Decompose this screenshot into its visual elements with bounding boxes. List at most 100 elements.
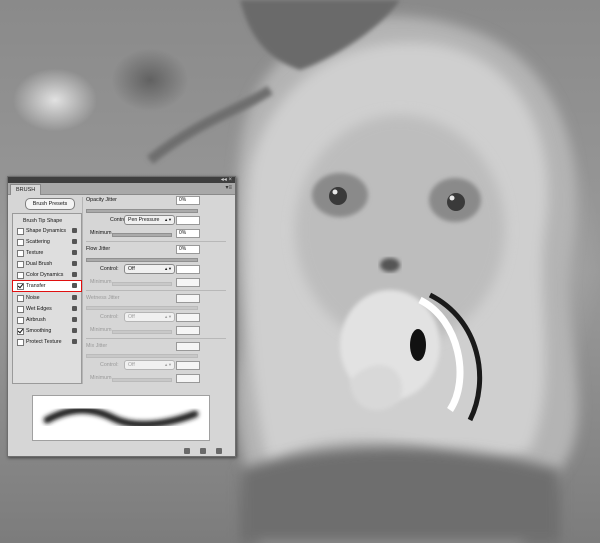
chevron-down-icon: ▲▼: [164, 362, 172, 367]
mix-control-select[interactable]: Off ▲▼: [124, 360, 175, 370]
lock-icon[interactable]: [72, 328, 77, 333]
list-item-texture[interactable]: Texture: [13, 248, 81, 258]
list-item-label: Smoothing: [26, 328, 52, 334]
lock-icon[interactable]: [72, 317, 77, 322]
list-item-protect-texture[interactable]: Protect Texture: [13, 337, 81, 347]
lock-icon[interactable]: [72, 272, 77, 277]
lock-icon[interactable]: [72, 261, 77, 266]
wetness-jitter-slider[interactable]: [86, 306, 198, 310]
mix-minimum-slider[interactable]: [112, 378, 172, 382]
brush-panel: ◂◂ × BRUSH ▾≡ Brush Presets Brush Tip Sh…: [7, 176, 236, 457]
checkbox[interactable]: [17, 328, 24, 335]
flow-control-label: Control:: [100, 266, 119, 272]
list-item-label: Wet Edges: [26, 306, 52, 312]
wetness-control-field[interactable]: [176, 313, 200, 322]
list-item-label: Scattering: [26, 239, 50, 245]
list-item-transfer[interactable]: Transfer: [12, 280, 82, 292]
opacity-jitter-label: Opacity Jitter: [86, 197, 117, 203]
lock-icon[interactable]: [72, 295, 77, 300]
panel-footer: [8, 446, 235, 456]
checkbox[interactable]: [17, 317, 24, 324]
list-item-airbrush[interactable]: Airbrush: [13, 315, 81, 325]
list-item-label: Protect Texture: [26, 339, 62, 345]
select-value: Off: [128, 266, 135, 272]
brush-settings-list: Brush Tip Shape Shape Dynamics Scatterin…: [12, 213, 82, 384]
checkbox[interactable]: [17, 228, 24, 235]
brush-presets-button[interactable]: Brush Presets: [25, 198, 75, 210]
wetness-jitter-label: Wetness Jitter: [86, 295, 120, 301]
wetness-control-select[interactable]: Off ▲▼: [124, 312, 175, 322]
checkbox[interactable]: [17, 339, 24, 346]
panel-tab-row: BRUSH ▾≡: [8, 183, 235, 195]
flow-control-field[interactable]: [176, 265, 200, 274]
lock-icon[interactable]: [72, 339, 77, 344]
mix-jitter-field[interactable]: [176, 342, 200, 351]
lock-icon[interactable]: [72, 239, 77, 244]
flow-minimum-label: Minimum: [90, 279, 112, 285]
checkbox[interactable]: [17, 295, 24, 302]
opacity-jitter-slider[interactable]: [86, 209, 198, 213]
list-item-color-dynamics[interactable]: Color Dynamics: [13, 270, 81, 280]
section-separator: [86, 241, 226, 242]
select-value: Off: [128, 314, 135, 320]
new-brush-icon[interactable]: [200, 448, 206, 454]
list-item-brush-tip-shape[interactable]: Brush Tip Shape: [13, 216, 81, 226]
toggle-preview-icon[interactable]: [184, 448, 190, 454]
checkbox[interactable]: [17, 239, 24, 246]
opacity-minimum-slider[interactable]: [112, 233, 172, 237]
list-item-label: Noise: [26, 295, 40, 301]
flow-minimum-slider[interactable]: [112, 282, 172, 286]
wetness-minimum-label: Minimum: [90, 327, 112, 333]
mix-control-label: Control:: [100, 362, 119, 368]
mix-minimum-field[interactable]: [176, 374, 200, 383]
wetness-jitter-field[interactable]: [176, 294, 200, 303]
list-item-label: Transfer: [26, 283, 46, 289]
checkbox[interactable]: [17, 250, 24, 257]
chevron-down-icon: ▲▼: [164, 217, 172, 222]
flow-minimum-field[interactable]: [176, 278, 200, 287]
checkbox[interactable]: [17, 272, 24, 279]
opacity-control-field[interactable]: [176, 216, 200, 225]
list-item-scattering[interactable]: Scattering: [13, 237, 81, 247]
brush-stroke-preview: [32, 395, 210, 441]
opacity-control-select[interactable]: Pen Pressure ▲▼: [124, 215, 175, 225]
list-item-smoothing[interactable]: Smoothing: [13, 326, 81, 336]
list-item-label: Airbrush: [26, 317, 46, 323]
lock-icon[interactable]: [72, 228, 77, 233]
flow-jitter-slider[interactable]: [86, 258, 198, 262]
wetness-minimum-slider[interactable]: [112, 330, 172, 334]
checkbox[interactable]: [17, 261, 24, 268]
opacity-minimum-field[interactable]: 0%: [176, 229, 200, 238]
chevron-down-icon: ▲▼: [164, 314, 172, 319]
list-item-label: Shape Dynamics: [26, 228, 67, 234]
checkbox[interactable]: [17, 283, 24, 290]
stroke-preview-graphic: [43, 406, 199, 428]
mix-control-field[interactable]: [176, 361, 200, 370]
list-item-shape-dynamics[interactable]: Shape Dynamics: [13, 226, 81, 236]
list-item-wet-edges[interactable]: Wet Edges: [13, 304, 81, 314]
mix-minimum-label: Minimum: [90, 375, 112, 381]
opacity-jitter-field[interactable]: 0%: [176, 196, 200, 205]
panel-menu-icon[interactable]: ▾≡: [225, 184, 232, 193]
flow-jitter-field[interactable]: 0%: [176, 245, 200, 254]
transfer-settings: Opacity Jitter 0% Control: Pen Pressure ▲…: [82, 196, 232, 384]
tab-brush[interactable]: BRUSH: [10, 184, 42, 195]
opacity-minimum-label: Minimum: [90, 230, 112, 236]
lock-icon[interactable]: [72, 306, 77, 311]
section-separator: [86, 338, 226, 339]
select-value: Off: [128, 362, 135, 368]
list-item-dual-brush[interactable]: Dual Brush: [13, 259, 81, 269]
delete-icon[interactable]: [216, 448, 222, 454]
lock-icon[interactable]: [72, 283, 77, 288]
mix-jitter-slider[interactable]: [86, 354, 198, 358]
flow-jitter-label: Flow Jitter: [86, 246, 111, 252]
list-item-label: Dual Brush: [26, 261, 53, 267]
mix-jitter-label: Mix Jitter: [86, 343, 108, 349]
wetness-minimum-field[interactable]: [176, 326, 200, 335]
list-item-label: Color Dynamics: [26, 272, 64, 278]
flow-control-select[interactable]: Off ▲▼: [124, 264, 175, 274]
checkbox[interactable]: [17, 306, 24, 313]
lock-icon[interactable]: [72, 250, 77, 255]
list-item-noise[interactable]: Noise: [13, 293, 81, 303]
chevron-down-icon: ▲▼: [164, 266, 172, 271]
